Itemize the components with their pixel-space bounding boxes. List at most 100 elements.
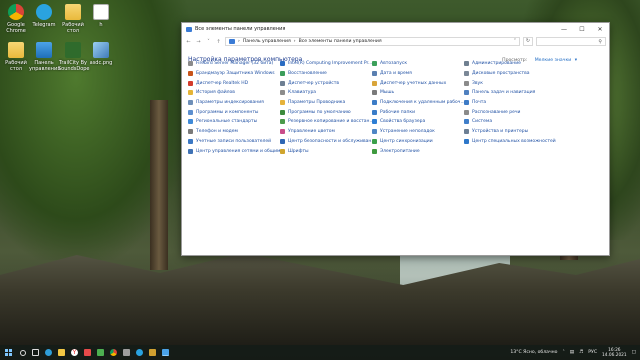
system-tray: 13°C Ясно, облачно ˄ ▤ ♬ РУС 16:26 14.06…: [510, 345, 636, 360]
breadcrumb-all-items[interactable]: Все элементы панели управления: [299, 39, 382, 44]
tray-chevron-up-icon[interactable]: ˄: [563, 350, 565, 355]
control-panel-item-label: Подключения к удаленным рабоч...: [380, 100, 464, 106]
minimize-button[interactable]: —: [555, 23, 573, 35]
control-panel-item-label: Звук: [472, 80, 483, 86]
taskbar-edge[interactable]: [42, 345, 55, 360]
desktop-icon-image[interactable]: asdc.png: [86, 42, 116, 66]
maximize-button[interactable]: ☐: [573, 23, 591, 35]
control-panel-item-label: Центр синхронизации: [380, 138, 433, 144]
control-panel-item-label: Рабочие папки: [380, 109, 416, 115]
close-button[interactable]: ✕: [591, 23, 609, 35]
control-panel-item[interactable]: Почта: [464, 98, 556, 108]
control-panel-item[interactable]: Intel(R) Computing Improvement Pr...: [280, 59, 372, 69]
control-panel-item[interactable]: Администрирование: [464, 59, 556, 69]
app-icon: [84, 349, 91, 356]
taskbar-telegram[interactable]: [133, 345, 146, 360]
taskbar-app[interactable]: [81, 345, 94, 360]
control-panel-item[interactable]: Брандмауэр Защитника Windows: [188, 69, 280, 79]
control-panel-item[interactable]: Программы и компоненты: [188, 107, 280, 117]
clock[interactable]: 16:26 14.06.2021: [602, 348, 627, 358]
desktop-icon-file[interactable]: h: [86, 4, 116, 28]
control-panel-item[interactable]: Центр управления сетями и общим...: [188, 146, 280, 156]
recovery-icon: [280, 71, 285, 77]
control-panel-item[interactable]: Система: [464, 117, 556, 127]
control-panel-item[interactable]: Региональные стандарты: [188, 117, 280, 127]
taskbar-app[interactable]: [120, 345, 133, 360]
desktop-icon-folder[interactable]: Рабочий стол: [58, 4, 88, 34]
control-panel-item[interactable]: Звук: [464, 78, 556, 88]
back-arrow-icon[interactable]: ←: [185, 39, 192, 45]
forward-arrow-icon[interactable]: →: [195, 39, 202, 45]
task-view-icon: [32, 349, 39, 356]
chevron-down-icon[interactable]: ˅: [514, 39, 516, 44]
desktop-icon-label: Telegram: [32, 22, 56, 28]
users-icon: [188, 138, 193, 144]
control-panel-item[interactable]: Распознавание речи: [464, 107, 556, 117]
taskbar-explorer[interactable]: [55, 345, 68, 360]
control-panel-item[interactable]: Управление цветом: [280, 127, 372, 137]
file-icon: [93, 4, 109, 20]
network-icon[interactable]: ▤: [570, 350, 574, 355]
control-panel-item[interactable]: Параметры Проводника: [280, 98, 372, 108]
control-panel-item[interactable]: Центр синхронизации: [372, 137, 464, 147]
title-bar[interactable]: Все элементы панели управления — ☐ ✕: [182, 23, 609, 35]
control-panel-item[interactable]: Диспетчер учетных данных: [372, 78, 464, 88]
taskbar-search[interactable]: [16, 345, 29, 360]
desktop-icon-telegram[interactable]: Telegram: [29, 4, 59, 28]
volume-icon[interactable]: ♬: [579, 350, 583, 355]
desktop-icon-app[interactable]: TrailCity By SoundsDope: [58, 42, 90, 72]
search-input[interactable]: ⚲: [536, 37, 606, 46]
control-panel-item[interactable]: Параметры индексирования: [188, 98, 280, 108]
address-field[interactable]: › Панель управления › Все элементы панел…: [225, 37, 520, 46]
control-panel-item[interactable]: История файлов: [188, 88, 280, 98]
language-indicator[interactable]: РУС: [588, 350, 597, 355]
control-panel-item[interactable]: Диспетчер устройств: [280, 78, 372, 88]
taskbar-task-view[interactable]: [29, 345, 42, 360]
control-panel-item-label: Клавиатура: [288, 90, 317, 96]
taskbar-app[interactable]: [146, 345, 159, 360]
desktop-icon-control-panel[interactable]: Панель управления: [29, 42, 60, 72]
desktop-icon-chrome[interactable]: Google Chrome: [1, 4, 31, 34]
notifications-icon[interactable]: □: [632, 350, 636, 355]
control-panel-item[interactable]: Устройства и принтеры: [464, 127, 556, 137]
taskbar-chrome[interactable]: [107, 345, 120, 360]
control-panel-item-label: Почта: [472, 100, 487, 106]
control-panel-item[interactable]: Клавиатура: [280, 88, 372, 98]
app-icon: [123, 349, 130, 356]
control-panel-item[interactable]: Устранение неполадок: [372, 127, 464, 137]
control-panel-item[interactable]: Firebird Server Manager (32 бита): [188, 59, 280, 69]
control-panel-item[interactable]: Центр безопасности и обслуживан...: [280, 137, 372, 147]
control-panel-item[interactable]: Мышь: [372, 88, 464, 98]
control-panel-item[interactable]: Резервное копирование и восстан...: [280, 117, 372, 127]
control-panel-item[interactable]: Учетные записи пользователей: [188, 137, 280, 147]
control-panel-item-label: Автозапуск: [380, 61, 408, 67]
control-panel-item[interactable]: Дата и время: [372, 69, 464, 79]
control-panel-item[interactable]: Центр специальных возможностей: [464, 137, 556, 147]
start-button[interactable]: [0, 345, 16, 360]
breadcrumb-control-panel[interactable]: Панель управления: [243, 39, 291, 44]
control-panel-item[interactable]: Восстановление: [280, 69, 372, 79]
up-arrow-icon[interactable]: ↑: [215, 39, 222, 45]
control-panel-item[interactable]: Подключения к удаленным рабоч...: [372, 98, 464, 108]
taskbar-yandex[interactable]: Y: [68, 345, 81, 360]
control-panel-item[interactable]: Панель задач и навигация: [464, 88, 556, 98]
taskbar-control-panel[interactable]: [159, 345, 172, 360]
control-panel-item[interactable]: Дисковые пространства: [464, 69, 556, 79]
control-panel-item[interactable]: Электропитание: [372, 146, 464, 156]
desktop-icon-folder[interactable]: Рабочий стол: [1, 42, 31, 72]
control-panel-item[interactable]: Шрифты: [280, 146, 372, 156]
control-panel-item[interactable]: Автозапуск: [372, 59, 464, 69]
control-panel-item[interactable]: Свойства браузера: [372, 117, 464, 127]
control-panel-item[interactable]: Рабочие папки: [372, 107, 464, 117]
folder-icon: [65, 4, 81, 20]
control-panel-item-label: Мышь: [380, 90, 395, 96]
chevron-down-icon[interactable]: ˅: [205, 39, 212, 45]
weather-widget[interactable]: 13°C Ясно, облачно: [510, 350, 557, 355]
taskbar-app[interactable]: [94, 345, 107, 360]
control-panel-item[interactable]: Программы по умолчанию: [280, 107, 372, 117]
control-panel-item[interactable]: Диспетчер Realtek HD: [188, 78, 280, 88]
refresh-icon[interactable]: ↻: [523, 37, 533, 46]
control-panel-item[interactable]: Телефон и модем: [188, 127, 280, 137]
search-icon: ⚲: [598, 38, 602, 45]
control-panel-item-label: Шрифты: [288, 148, 309, 154]
